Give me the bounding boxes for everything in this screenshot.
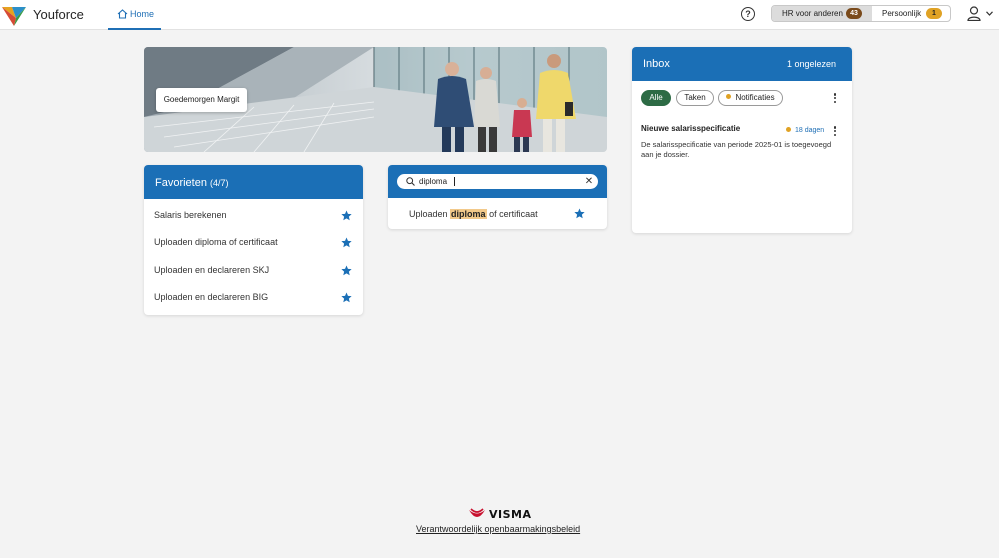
inbox-card: Inbox 1 ongelezen Alle Taken Notificatie… [632,47,852,233]
role-persoonlijk-label: Persoonlijk [882,9,922,18]
search-result-highlight: diploma [450,209,487,219]
filter-chip-notificaties[interactable]: Notificaties [718,90,783,106]
favorite-item-label: Uploaden en declareren BIG [154,292,269,302]
unread-dot-icon [786,127,791,132]
favorites-title-text: Favorieten [155,177,207,189]
search-result-prefix: Uploaden [409,209,451,219]
help-icon[interactable]: ? [741,7,755,21]
greeting-label: Goedemorgen Margit [156,88,247,112]
text-cursor [454,177,455,186]
inbox-title: Inbox [643,58,670,70]
home-icon [117,9,128,19]
favorite-item-label: Uploaden diploma of certificaat [154,237,278,247]
star-icon[interactable] [574,208,585,219]
search-card: ✕ Uploaden diploma of certificaat [388,165,607,229]
message-age: 18 dagen [786,127,824,134]
search-icon [406,177,415,186]
favorite-item-label: Salaris berekenen [154,210,227,220]
role-switcher: HR voor anderen 43 Persoonlijk 1 [771,5,951,22]
user-icon[interactable] [967,6,981,21]
app-name: Youforce [33,7,84,22]
favorites-count: (4/7) [210,178,229,188]
message-title[interactable]: Nieuwe salarisspecificatie [641,124,740,133]
search-result-label: Uploaden diploma of certificaat [409,209,538,219]
chevron-down-icon[interactable] [986,11,993,16]
disclosure-policy-link[interactable]: Verantwoordelijk openbaarmakingsbeleid [416,524,580,534]
visma-mark-icon [469,508,485,517]
search-input[interactable] [419,175,579,188]
nav-tab-home[interactable]: Home [108,0,161,30]
star-icon[interactable] [341,210,352,221]
star-icon[interactable] [341,292,352,303]
favorite-item[interactable]: Uploaden diploma of certificaat [144,229,363,256]
visma-logo-text: VISMA [489,508,532,521]
role-hr-voor-anderen[interactable]: HR voor anderen 43 [772,6,872,21]
favorite-item[interactable]: Salaris berekenen [144,202,363,229]
favorite-item-label: Uploaden en declareren SKJ [154,265,270,275]
visma-logo: VISMA [468,508,531,521]
star-icon[interactable] [341,265,352,276]
nav-tab-home-label: Home [130,9,155,19]
search-result-suffix: of certificaat [486,209,538,219]
search-header: ✕ [388,165,607,198]
persoonlijk-count-badge: 1 [926,8,942,19]
favorite-item[interactable]: Uploaden en declareren SKJ [144,257,363,284]
filter-chip-taken[interactable]: Taken [676,90,714,106]
favorites-header: Favorieten (4/7) [144,165,363,199]
favorite-item[interactable]: Uploaden en declareren BIG [144,284,363,311]
favorites-card: Favorieten (4/7) Salaris berekenen Uploa… [144,165,363,315]
message-age-text: 18 dagen [795,127,825,134]
hr-count-badge: 43 [846,8,862,19]
more-options-icon[interactable] [833,93,837,104]
message-options-icon[interactable] [833,126,837,137]
youforce-logo[interactable] [2,4,26,26]
search-box[interactable]: ✕ [397,174,598,189]
search-result-item[interactable]: Uploaden diploma of certificaat [388,203,607,225]
role-hr-label: HR voor anderen [782,9,843,18]
notification-dot-icon [726,94,732,99]
inbox-header: Inbox 1 ongelezen [632,47,852,81]
favorites-title: Favorieten (4/7) [155,177,229,189]
filter-chip-notificaties-label: Notificaties [735,93,775,102]
star-icon[interactable] [341,237,352,248]
role-persoonlijk[interactable]: Persoonlijk 1 [873,6,951,21]
inbox-unread-count: 1 ongelezen [786,59,836,69]
filter-chip-alle[interactable]: Alle [641,90,671,106]
top-bar: Youforce Home ? HR voor anderen 43 Perso… [0,0,999,30]
message-body: De salarisspecificatie van periode 2025-… [641,140,832,159]
clear-icon[interactable]: ✕ [584,176,594,187]
